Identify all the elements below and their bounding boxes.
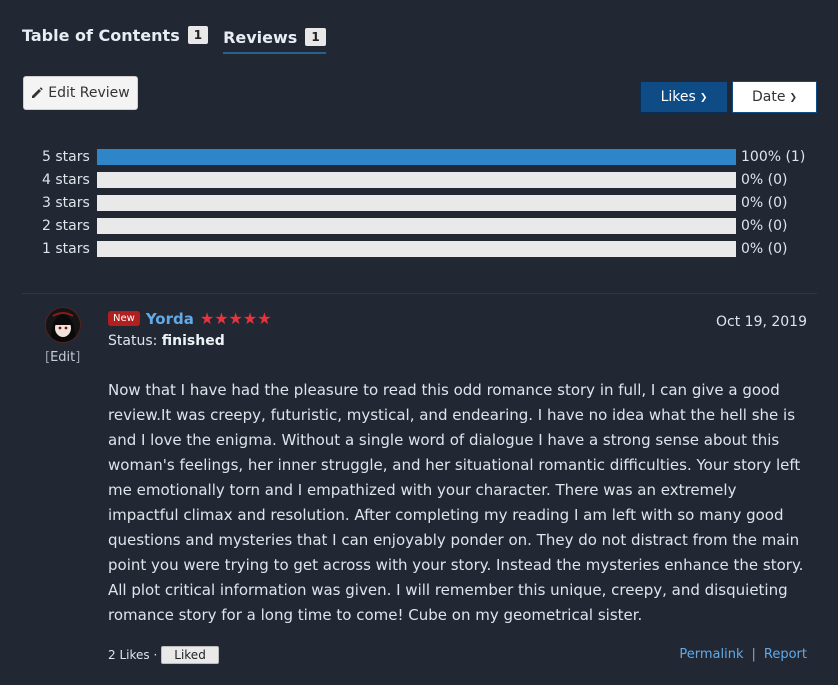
rating-row-3: 3 stars 0% (0) bbox=[42, 191, 812, 214]
rating-percent: 0% (0) bbox=[741, 240, 788, 257]
edit-review-label: Edit Review bbox=[48, 85, 130, 101]
rating-percent: 0% (0) bbox=[741, 194, 788, 211]
star-rating: ★★★★★ bbox=[199, 309, 272, 328]
pencil-icon bbox=[32, 87, 43, 98]
divider bbox=[22, 293, 817, 294]
rating-label: 1 stars bbox=[42, 240, 90, 257]
status-label: Status: bbox=[108, 333, 158, 349]
review-body: Now that I have had the pleasure to read… bbox=[108, 381, 804, 624]
rating-label: 4 stars bbox=[42, 171, 90, 188]
avatar-image bbox=[46, 308, 80, 342]
tab-table-of-contents[interactable]: Table of Contents 1 bbox=[22, 22, 209, 52]
chevron-down-icon: ❯ bbox=[699, 93, 708, 103]
rating-row-1: 1 stars 0% (0) bbox=[42, 237, 812, 260]
sort-date-label: Date bbox=[751, 89, 786, 105]
rating-percent: 100% (1) bbox=[741, 148, 806, 165]
rating-bar bbox=[97, 171, 736, 188]
rating-percent: 0% (0) bbox=[741, 171, 788, 188]
review-links: Permalink | Report bbox=[679, 647, 807, 662]
review-edit-link[interactable]: [Edit] bbox=[45, 350, 80, 365]
tab-bar: Table of Contents 1 Reviews 1 bbox=[22, 20, 326, 54]
rating-label: 2 stars bbox=[42, 217, 90, 234]
rating-label: 5 stars bbox=[42, 148, 90, 165]
tab-count-badge: 1 bbox=[187, 26, 209, 44]
sort-likes-label: Likes bbox=[660, 89, 696, 105]
review-status: Status: finished bbox=[108, 333, 225, 349]
tab-count-badge: 1 bbox=[305, 28, 326, 46]
review-date: Oct 19, 2019 bbox=[716, 314, 807, 330]
reviewer-username[interactable]: Yorda bbox=[146, 310, 194, 328]
permalink-link[interactable]: Permalink bbox=[679, 647, 743, 662]
rating-label: 3 stars bbox=[42, 194, 90, 211]
rating-percent: 0% (0) bbox=[741, 217, 788, 234]
rating-bar bbox=[97, 217, 736, 234]
likes-row: 2 Likes · Liked bbox=[108, 646, 219, 664]
sort-likes-button[interactable]: Likes ❯ bbox=[640, 81, 728, 113]
rating-row-2: 2 stars 0% (0) bbox=[42, 214, 812, 237]
rating-bar bbox=[97, 148, 736, 165]
rating-bar bbox=[97, 194, 736, 211]
chevron-down-icon: ❯ bbox=[789, 93, 797, 103]
liked-button[interactable]: Liked bbox=[161, 646, 219, 664]
avatar[interactable] bbox=[45, 307, 81, 343]
review-edit-label: Edit bbox=[50, 350, 76, 365]
rating-bar-fill bbox=[97, 148, 736, 165]
likes-count: 2 Likes · bbox=[108, 648, 158, 662]
sort-date-button[interactable]: Date ❯ bbox=[732, 81, 817, 113]
edit-review-button[interactable]: Edit Review bbox=[23, 76, 138, 110]
link-separator: | bbox=[751, 647, 756, 662]
tab-label: Table of Contents bbox=[22, 25, 180, 45]
rating-row-4: 4 stars 0% (0) bbox=[42, 168, 812, 191]
status-value: finished bbox=[161, 333, 225, 349]
review-header: New Yorda ★★★★★ bbox=[108, 309, 272, 328]
tab-reviews[interactable]: Reviews 1 bbox=[223, 24, 326, 54]
rating-bar bbox=[97, 240, 736, 257]
rating-distribution: 5 stars 100% (1) 4 stars 0% (0) 3 stars … bbox=[42, 145, 812, 260]
rating-row-5: 5 stars 100% (1) bbox=[42, 145, 812, 168]
report-link[interactable]: Report bbox=[764, 647, 807, 662]
new-badge: New bbox=[108, 311, 140, 326]
tab-label: Reviews bbox=[223, 27, 298, 47]
